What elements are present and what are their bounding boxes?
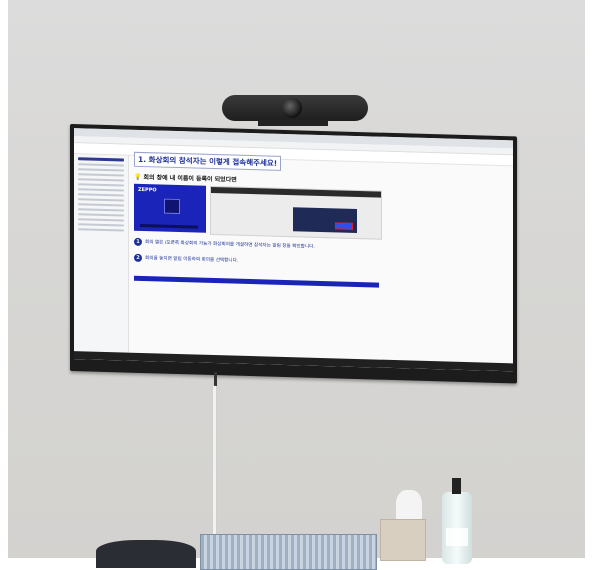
app-preview-panel: ZEPPO: [134, 183, 206, 233]
step-2-text: 회의를 놓치면 알림 이동하여 회의를 선택합니다.: [145, 256, 239, 264]
sanitizer-bottle: [442, 478, 472, 564]
sidebar-item: [78, 198, 124, 202]
slide-content: 1. 화상회의 참석자는 이렇게 접속해주세요! 💡 회의 창에 내 이름이 등록…: [134, 151, 507, 361]
step-2-badge: 2: [134, 253, 142, 263]
app-icon-box: [164, 198, 180, 215]
step-1-text: 회의 열은 /오른쪽 화상회의 가능가 화상회의를 개설하면 참석자는 알림 창…: [145, 240, 315, 250]
sidebar-item: [78, 173, 124, 177]
sidebar-item: [78, 183, 124, 187]
step-1-badge: 1: [134, 237, 142, 247]
sidebar-item: [78, 203, 124, 207]
step-1: 1 회의 열은 /오른쪽 화상회의 가능가 화상회의를 개설하면 참석자는 알림 …: [134, 237, 315, 251]
wall-tv: 1. 화상회의 참석자는 이렇게 접속해주세요! 💡 회의 창에 내 이름이 등록…: [70, 124, 517, 384]
sidebar-item: [78, 188, 124, 192]
lightbulb-icon: 💡: [134, 173, 142, 181]
bottle-label: [446, 528, 468, 546]
screenshot-topbar: [211, 186, 381, 198]
sidebar-item: [78, 208, 124, 212]
slide-subtitle-text: 회의 창에 내 이름이 등록이 되었다면: [143, 174, 237, 184]
slide-subtitle: 💡 회의 창에 내 이름이 등록이 되었다면: [134, 172, 237, 184]
sidebar-item: [78, 168, 124, 172]
app-logo: ZEPPO: [138, 186, 157, 194]
tv-bottom-bracket: [214, 372, 217, 386]
app-control-bar: [140, 223, 198, 229]
webcam-bar: [222, 95, 368, 121]
highlighted-join-button: [335, 222, 353, 230]
sidebar-item: [78, 218, 124, 222]
sidebar-item: [78, 223, 124, 227]
tissue-box: [380, 519, 426, 561]
sidebar-item: [78, 163, 124, 167]
screenshot-panel: [210, 185, 382, 240]
sidebar-item: [78, 157, 124, 162]
wall-cable: [213, 386, 216, 546]
slide-title: 1. 화상회의 참석자는 이렇게 접속해주세요!: [134, 151, 282, 171]
room-photo: 1. 화상회의 참석자는 이렇게 접속해주세요! 💡 회의 창에 내 이름이 등록…: [0, 0, 593, 570]
camera-lens: [282, 98, 302, 118]
pump-head: [452, 478, 461, 494]
tv-screen: 1. 화상회의 참석자는 이렇게 접속해주세요! 💡 회의 창에 내 이름이 등록…: [74, 128, 513, 372]
dark-object: [96, 540, 196, 568]
join-dialog: [293, 207, 357, 234]
sidebar-item: [78, 178, 124, 182]
slide-footer-bar: [134, 275, 379, 288]
sidebar-item: [78, 213, 124, 217]
sidebar-item: [78, 193, 124, 197]
app-sidebar: [74, 154, 129, 353]
step-2: 2 회의를 놓치면 알림 이동하여 회의를 선택합니다.: [134, 253, 239, 265]
sidebar-item: [78, 228, 124, 232]
storage-tray: [200, 534, 377, 570]
camera-mount: [258, 120, 328, 126]
